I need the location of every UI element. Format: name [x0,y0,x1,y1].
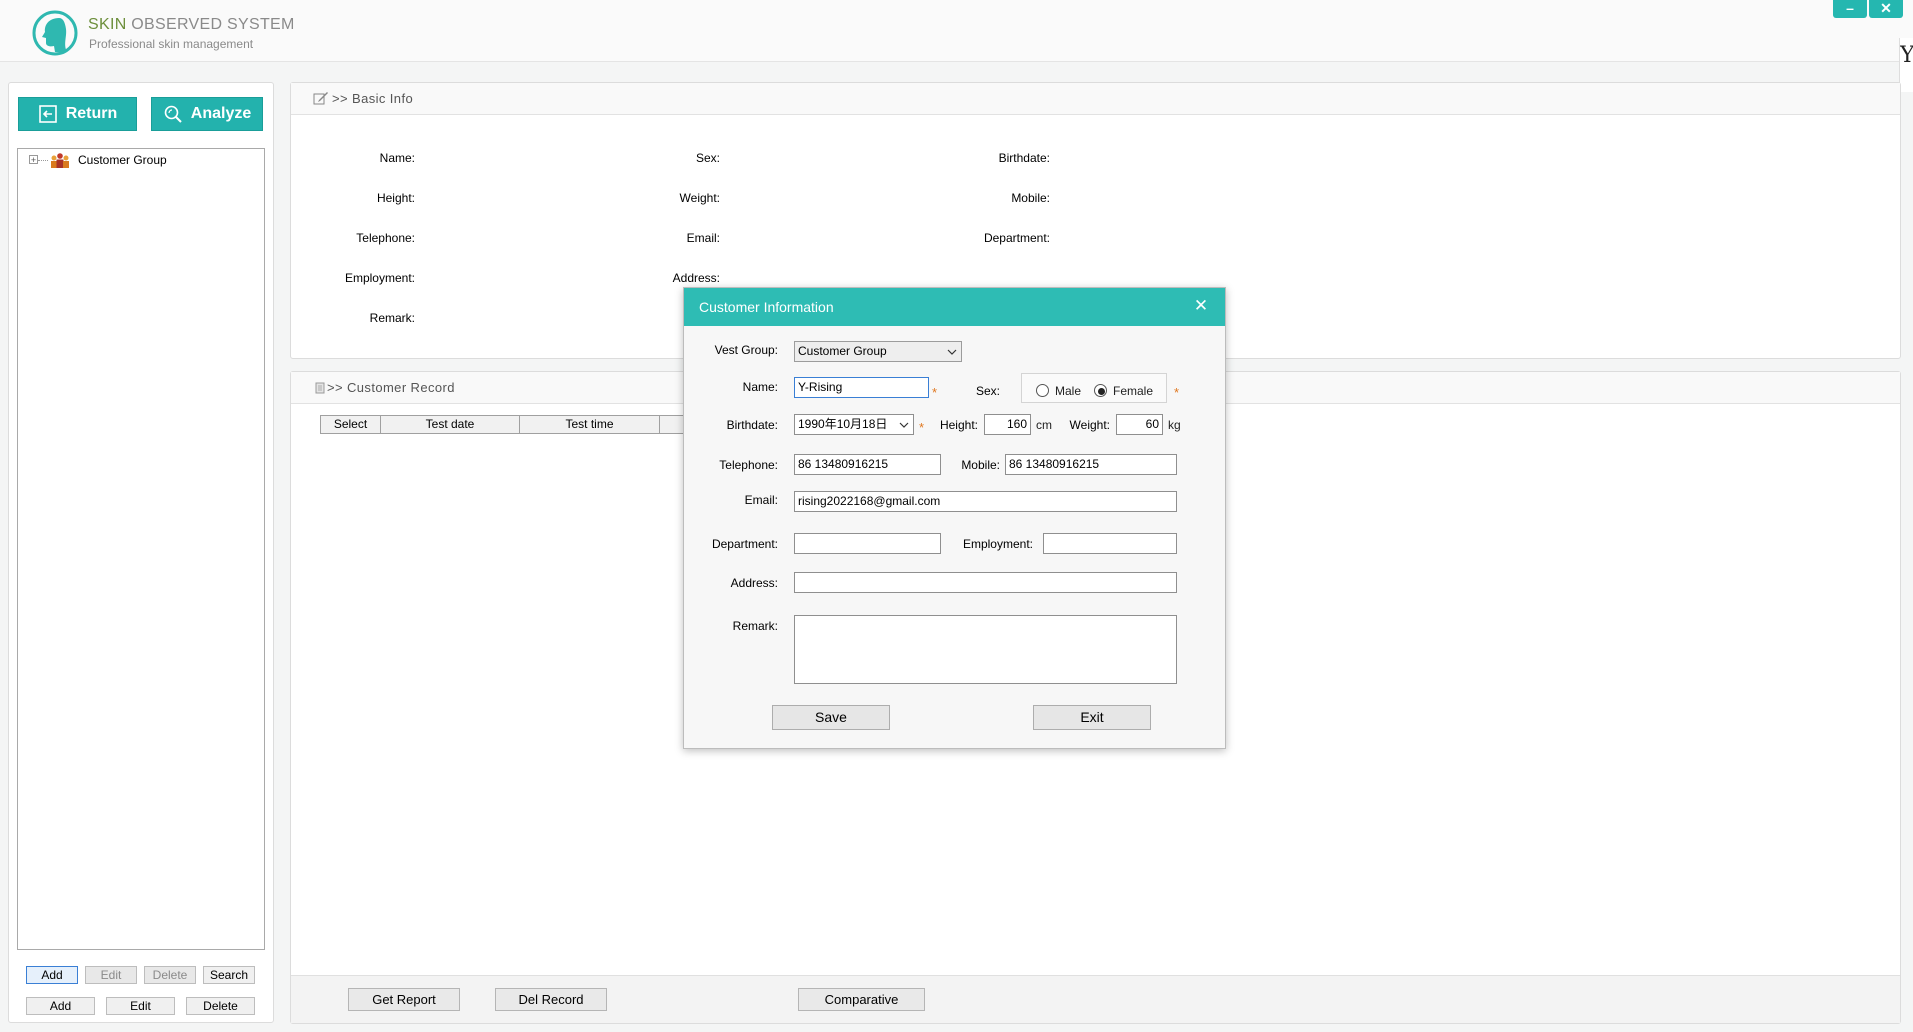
telephone-label: Telephone: [719,458,778,472]
group-delete-button[interactable]: Delete [144,966,196,984]
vest-group-select[interactable]: Customer Group [794,341,962,362]
sex-label: Sex: [975,384,1000,398]
document-icon [315,382,325,394]
mobile-input[interactable]: 86 13480916215 [1005,454,1177,475]
minimize-button[interactable]: – [1833,0,1867,18]
birthdate-picker[interactable]: 1990年10月18日 [794,414,914,435]
male-radio[interactable] [1036,384,1049,397]
get-report-button[interactable]: Get Report [348,988,460,1011]
customer-add-button[interactable]: Add [26,997,95,1015]
email-input[interactable]: rising2022168@gmail.com [794,491,1177,512]
height-label: Height: [939,418,978,432]
remark-textarea[interactable] [794,615,1177,684]
chevron-down-icon [947,349,957,355]
comparative-button[interactable]: Comparative [798,988,925,1011]
edit-pencil-icon [313,92,328,105]
analyze-button[interactable]: Analyze [151,97,263,131]
address-input[interactable] [794,572,1177,593]
background-window-edge: Y [1899,38,1913,92]
people-group-icon [51,153,69,168]
height-input[interactable]: 160 [984,414,1031,435]
vest-group-value: Customer Group [798,344,887,358]
app-title-rest: OBSERVED SYSTEM [126,16,295,33]
sex-required-mark: * [1174,385,1180,400]
tree-connector [38,160,48,161]
return-button[interactable]: Return [18,97,137,131]
department-input[interactable] [794,533,941,554]
return-label: Return [65,105,118,122]
customer-tree[interactable] [17,148,265,950]
department-label: Department: [711,537,778,551]
analyze-label: Analyze [190,105,252,122]
info-telephone-label: Telephone: [356,231,415,245]
info-sex-label: Sex: [695,151,720,165]
weight-label: Weight: [1069,418,1110,432]
vest-group-label: Vest Group: [714,343,778,357]
app-title: SKIN OBSERVED SYSTEM [88,16,295,34]
info-birthdate-label: Birthdate: [998,151,1050,165]
app-subtitle: Professional skin management [89,37,254,51]
customer-edit-button[interactable]: Edit [106,997,175,1015]
birthdate-label: Birthdate: [726,418,778,432]
customer-record-title: >> Customer Record [327,380,455,395]
telephone-input[interactable]: 86 13480916215 [794,454,941,475]
name-required-mark: * [932,385,938,400]
dialog-title: Customer Information [699,299,834,315]
return-icon [38,105,57,123]
group-add-button[interactable]: Add [26,966,78,984]
info-mobile-label: Mobile: [1011,191,1050,205]
tree-expand-icon[interactable]: + [29,155,38,165]
save-button[interactable]: Save [772,705,890,730]
del-record-button[interactable]: Del Record [495,988,607,1011]
remark-label: Remark: [732,619,778,633]
employment-label: Employment: [962,537,1033,551]
address-label: Address: [730,576,778,590]
mobile-label: Mobile: [961,458,1000,472]
tree-item-customer-group[interactable]: Customer Group [78,153,167,167]
name-label: Name: [742,380,778,394]
female-label[interactable]: Female [1113,384,1153,398]
male-label[interactable]: Male [1055,384,1081,398]
info-remark-label: Remark: [369,311,415,325]
chevron-down-icon [899,422,909,428]
app-title-highlight: SKIN [88,16,127,33]
employment-input[interactable] [1043,533,1177,554]
info-height-label: Height: [376,191,415,205]
info-department-label: Department: [983,231,1050,245]
column-header-select[interactable]: Select [320,415,381,434]
search-button[interactable]: Search [203,966,255,984]
info-name-label: Name: [379,151,415,165]
close-window-button[interactable]: ✕ [1869,0,1903,18]
column-header-test-date[interactable]: Test date [380,415,520,434]
column-header-test-time[interactable]: Test time [519,415,660,434]
info-address-label: Address: [672,271,720,285]
email-label: Email: [744,493,778,507]
weight-input[interactable]: 60 [1116,414,1163,435]
info-weight-label: Weight: [679,191,720,205]
info-email-label: Email: [686,231,720,245]
face-logo-icon [32,10,78,56]
info-employment-label: Employment: [344,271,415,285]
weight-unit: kg [1168,418,1181,432]
exit-button[interactable]: Exit [1033,705,1151,730]
basic-info-title: >> Basic Info [332,91,414,106]
group-edit-button[interactable]: Edit [85,966,137,984]
customer-delete-button[interactable]: Delete [186,997,255,1015]
dialog-close-icon[interactable]: ✕ [1190,296,1212,316]
magnifier-icon [164,105,182,123]
birthdate-value: 1990年10月18日 [798,417,888,431]
female-radio[interactable] [1094,384,1107,397]
name-input[interactable]: Y-Rising [794,377,929,398]
basic-info-header [291,83,1900,115]
